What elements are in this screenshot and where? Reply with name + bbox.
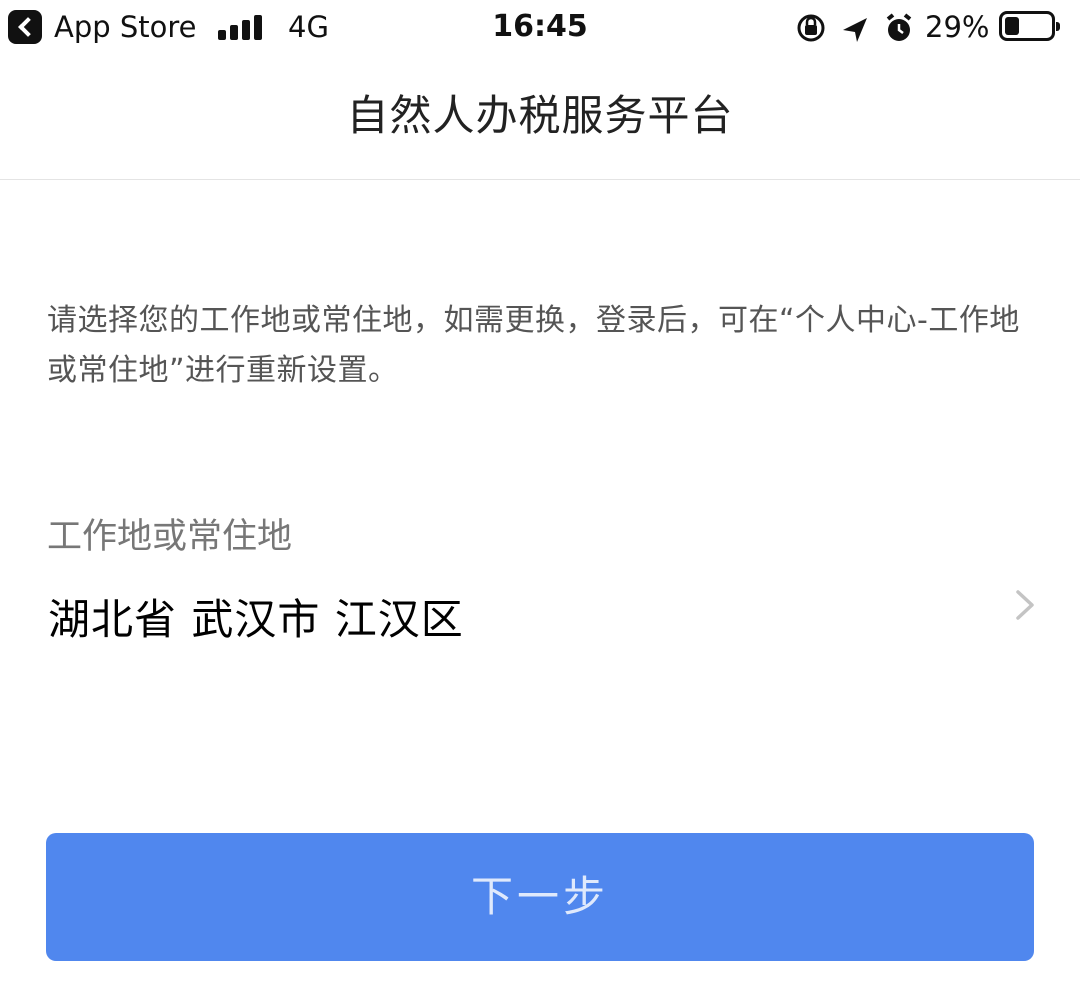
location-selector[interactable]: 湖北省 武汉市 江汉区 — [40, 584, 1040, 660]
status-bar: App Store 4G 16:45 29% — [0, 0, 1080, 60]
battery-percent: 29% — [925, 10, 990, 44]
location-arrow-icon — [843, 18, 867, 42]
page-title: 自然人办税服务平台 — [346, 91, 734, 140]
location-field-label: 工作地或常住地 — [47, 517, 293, 557]
navigation-bar: 自然人办税服务平台 — [0, 60, 1080, 180]
chevron-right-icon — [1016, 590, 1034, 620]
location-value: 湖北省 武汉市 江汉区 — [48, 595, 464, 644]
rotation-lock-icon — [797, 14, 825, 42]
battery-icon — [999, 11, 1060, 41]
status-icons — [797, 13, 912, 42]
instruction-text: 请选择您的工作地或常住地，如需更换，登录后，可在“个人中心-工作地或常住地”进行… — [47, 303, 1020, 388]
alarm-icon — [886, 13, 912, 41]
next-step-button[interactable]: 下一步 — [46, 833, 1034, 961]
status-time: 16:45 — [492, 9, 588, 44]
